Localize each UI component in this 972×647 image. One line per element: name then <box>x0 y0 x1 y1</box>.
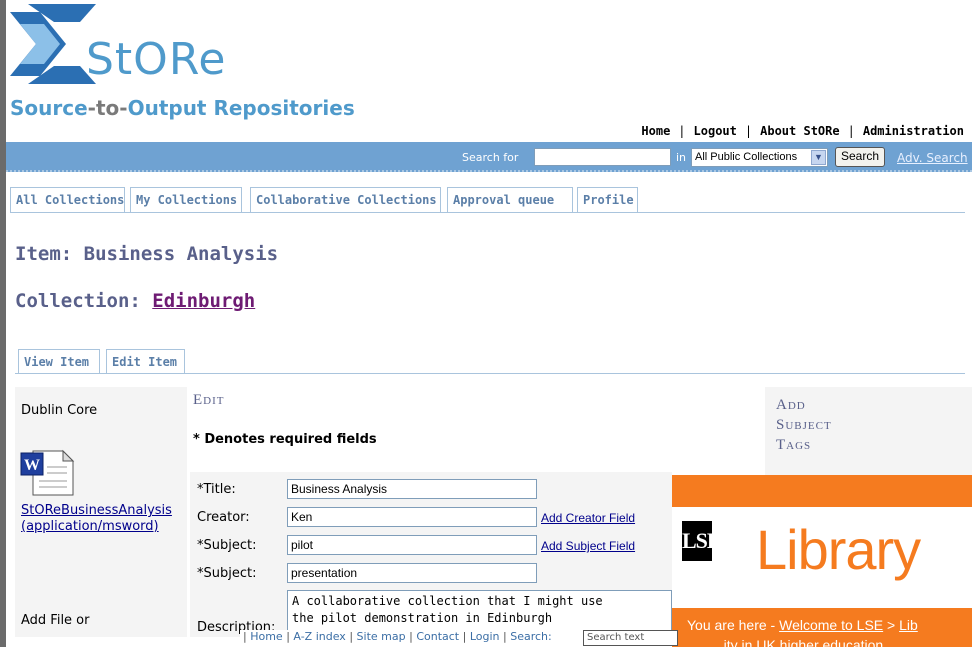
nav-about-link[interactable]: About StORe <box>760 124 839 138</box>
file-name: StOReBusinessAnalysis <box>21 503 172 518</box>
tagline-source: Source <box>10 96 88 120</box>
item-name: Business Analysis <box>83 243 279 265</box>
advanced-search-link[interactable]: Adv. Search <box>897 151 968 165</box>
subject-field-2[interactable]: presentation <box>287 563 537 583</box>
add-subject-field-link[interactable]: Add Subject Field <box>541 539 635 553</box>
search-button[interactable]: Search <box>835 147 886 167</box>
footer-login-link[interactable]: Login <box>470 630 500 643</box>
search-label: Search for <box>462 151 519 164</box>
lse-breadcrumb: You are here - Welcome to LSE > Lib <box>687 617 918 633</box>
nav-separator: | <box>678 124 686 138</box>
add-subject-tags-line-2: Subject <box>776 417 832 433</box>
search-input[interactable] <box>534 148 671 166</box>
search-in-label: in <box>676 151 687 164</box>
tabs-divider <box>10 212 965 213</box>
footer-az-index-link[interactable]: A-Z index <box>293 630 345 643</box>
footer-contact-link[interactable]: Contact <box>416 630 459 643</box>
file-type: (application/msword) <box>21 519 159 534</box>
tab-my-collections[interactable]: My Collections <box>130 187 242 213</box>
lse-logo[interactable]: LSE <box>682 521 722 561</box>
nav-home-link[interactable]: Home <box>641 124 670 138</box>
edit-section-title: Edit <box>193 392 225 408</box>
add-file-link[interactable]: Add File or <box>21 613 90 628</box>
tab-view-item[interactable]: View Item <box>18 349 100 374</box>
subject-label-2: *Subject: <box>197 566 257 581</box>
item-sidebar: Dublin Core W StOReBusinessAnalysis (appl… <box>15 387 187 637</box>
lse-breadcrumb-bar: You are here - Welcome to LSE > Lib ...i… <box>672 608 972 647</box>
creator-field[interactable]: Ken <box>287 507 537 527</box>
svg-text:W: W <box>24 457 40 474</box>
add-subject-tags-heading: Add Subject Tags <box>776 395 832 455</box>
creator-label: Creator: <box>197 510 250 525</box>
tagline-repositories: Repositories <box>206 96 355 120</box>
add-subject-tags-line-3: Tags <box>776 437 812 453</box>
lse-header-bar <box>672 475 972 507</box>
chevron-down-icon[interactable]: ▼ <box>811 150 826 165</box>
search-bar: Search for in All Public Collections ▼ S… <box>6 142 972 172</box>
subject-label-1: *Subject: <box>197 538 257 553</box>
logo-text: StORe <box>86 34 227 85</box>
word-document-icon[interactable]: W <box>19 449 75 497</box>
item-heading: Item: Business Analysis <box>15 243 278 265</box>
title-field[interactable]: Business Analysis <box>287 479 537 499</box>
tagline-output: Output <box>127 96 207 120</box>
search-scope-value: All Public Collections <box>695 151 798 163</box>
required-fields-note: * Denotes required fields <box>193 432 377 447</box>
subject-field-1[interactable]: pilot <box>287 535 537 555</box>
title-label: *Title: <box>197 482 236 497</box>
item-heading-prefix: Item: <box>15 243 84 265</box>
lse-breadcrumb-prefix: You are here - <box>687 617 780 633</box>
footer-search-input[interactable]: Search text <box>583 630 678 646</box>
tab-all-collections[interactable]: All Collections <box>10 187 125 213</box>
tab-collaborative-collections[interactable]: Collaborative Collections <box>250 187 441 213</box>
lse-welcome-link[interactable]: Welcome to LSE <box>779 617 883 633</box>
store-logo[interactable]: StORe <box>10 4 420 94</box>
add-subject-tags-line-1: Add <box>776 397 806 413</box>
top-navigation: Home | Logout | About StORe | Administration <box>641 124 964 138</box>
footer-site-map-link[interactable]: Site map <box>357 630 406 643</box>
lse-library-title: Library <box>756 518 921 581</box>
lse-cut-text: ...ity in UK higher education... <box>712 637 895 647</box>
tab-profile[interactable]: Profile <box>577 187 638 213</box>
footer-search-label: Search: <box>510 630 552 643</box>
lse-library-window: LSE Library You are here - Welcome to LS… <box>672 475 972 647</box>
lse-footer-links: | Home | A-Z index | Site map | Contact … <box>240 630 678 647</box>
nav-separator: | <box>847 124 855 138</box>
nav-logout-link[interactable]: Logout <box>694 124 737 138</box>
dublin-core-link[interactable]: Dublin Core <box>21 403 97 418</box>
tagline: Source-to-Output Repositories <box>10 96 355 120</box>
collection-heading: Collection: Edinburgh <box>15 290 255 312</box>
right-sidebar: Add Subject Tags <box>765 387 972 475</box>
search-scope-select[interactable]: All Public Collections ▼ <box>691 148 828 167</box>
tab-approval-queue[interactable]: Approval queue <box>447 187 573 213</box>
lse-library-link[interactable]: Lib <box>899 617 918 633</box>
nav-separator: | <box>744 124 753 138</box>
window-left-edge <box>0 0 6 647</box>
add-creator-field-link[interactable]: Add Creator Field <box>541 511 635 525</box>
collection-link[interactable]: Edinburgh <box>152 290 255 312</box>
tagline-to: -to- <box>87 96 128 120</box>
subtabs-divider <box>15 373 965 374</box>
collection-heading-prefix: Collection: <box>15 290 153 312</box>
lse-breadcrumb-sep: > <box>883 617 900 633</box>
footer-home-link[interactable]: Home <box>250 630 282 643</box>
nav-administration-link[interactable]: Administration <box>863 124 964 138</box>
attached-file-link[interactable]: StOReBusinessAnalysis (application/msword… <box>21 503 172 535</box>
tab-edit-item[interactable]: Edit Item <box>106 349 185 374</box>
